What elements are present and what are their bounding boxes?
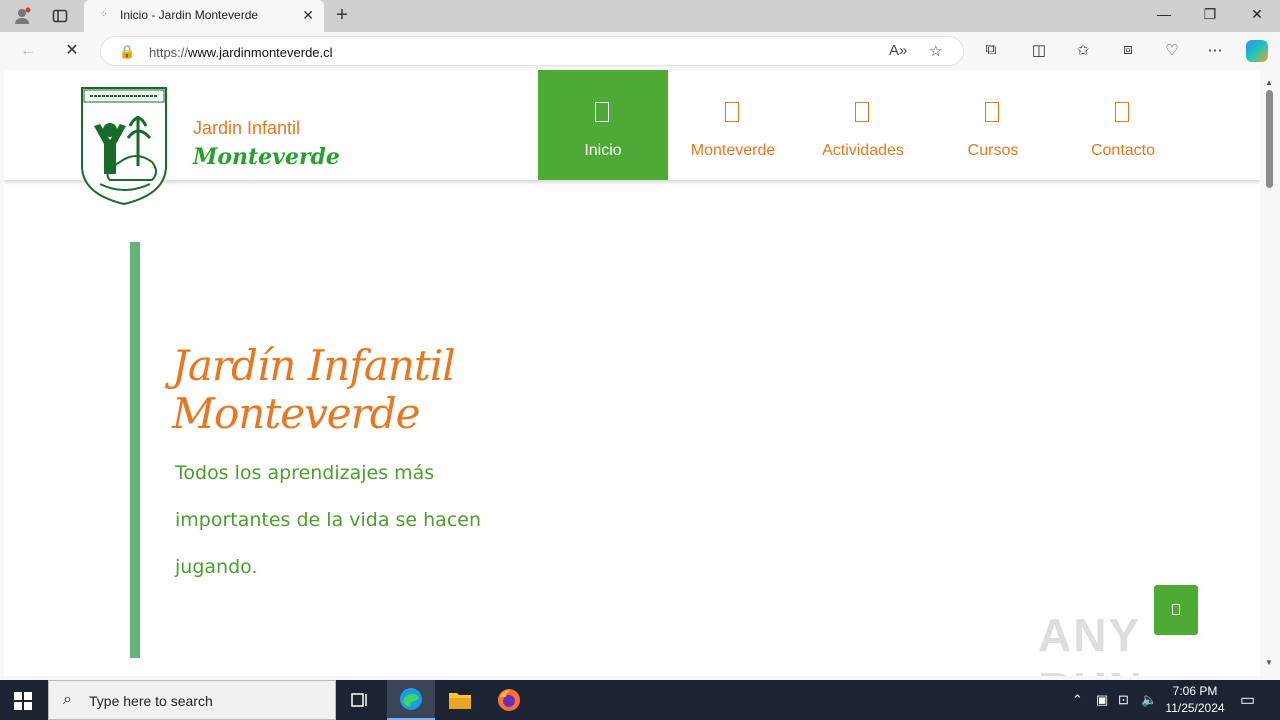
windows-start-icon[interactable] <box>14 692 32 710</box>
loading-icon: ⁘ <box>100 9 108 19</box>
copilot-icon[interactable] <box>1246 40 1268 62</box>
notifications-icon[interactable]: ▭ <box>1240 690 1255 710</box>
tab-strip: ⁘ Inicio - Jardin Monteverde ✕ + — ❐ ✕ <box>0 0 1280 32</box>
menu-glyph-icon <box>725 102 739 122</box>
menu-item-cursos[interactable]: Cursos <box>928 70 1058 180</box>
more-options-icon[interactable]: ⋯ <box>1204 41 1226 63</box>
firefox-icon[interactable] <box>485 680 533 720</box>
site-header: Jardin Infantil Monteverde Inicio Montev… <box>4 70 1260 180</box>
scroll-thumb[interactable] <box>1266 90 1273 188</box>
window-close-icon[interactable]: ✕ <box>1247 6 1267 23</box>
restore-icon[interactable]: ❐ <box>1200 6 1220 23</box>
menu-glyph-icon <box>855 102 869 122</box>
tab-actions-icon[interactable] <box>50 6 70 26</box>
task-view-icon[interactable] <box>336 680 384 720</box>
clock-time: 7:06 PM <box>1172 684 1218 698</box>
brand-line-1[interactable]: Jardin Infantil <box>193 118 300 139</box>
menu-item-monteverde[interactable]: Monteverde <box>668 70 798 180</box>
tray-chevron-icon[interactable]: ⌃ <box>1072 692 1083 708</box>
split-screen-icon[interactable]: ◫ <box>1028 41 1050 63</box>
page-scrollbar[interactable]: ▲ ▼ <box>1260 70 1280 676</box>
menu-glyph-icon <box>595 102 609 122</box>
search-placeholder: Type here to search <box>89 693 213 709</box>
menu-label: Inicio <box>584 142 622 159</box>
tab-active[interactable]: ⁘ Inicio - Jardin Monteverde ✕ <box>84 0 324 32</box>
menu-item-inicio[interactable]: Inicio <box>538 70 668 180</box>
hero-text: Todos los aprendizajes más importantes d… <box>175 462 482 578</box>
brand-line-2[interactable]: Monteverde <box>193 144 340 170</box>
minimize-icon[interactable]: — <box>1154 6 1174 22</box>
edge-taskbar-icon[interactable] <box>387 680 435 720</box>
taskbar-search[interactable]: ⌕ Type here to search <box>48 680 336 720</box>
tab-title: Inicio - Jardin Monteverde <box>120 8 259 22</box>
profile-icon[interactable] <box>12 6 32 26</box>
url-text[interactable]: https://www.jardinmonteverde.cl <box>149 45 333 60</box>
menu-label: Actividades <box>822 142 904 159</box>
clock-date: 11/25/2024 <box>1165 701 1225 715</box>
watermark: ANY RUN <box>1038 609 1142 676</box>
browser-essentials-icon[interactable]: ♡ <box>1161 41 1183 63</box>
menu-item-actividades[interactable]: Actividades <box>798 70 928 180</box>
browser-window: ⁘ Inicio - Jardin Monteverde ✕ + — ❐ ✕ ←… <box>0 0 1280 680</box>
scroll-up-icon[interactable]: ▲ <box>1265 78 1273 87</box>
taskbar-clock[interactable]: 7:06 PM 11/25/2024 <box>1160 683 1230 717</box>
scroll-down-icon[interactable]: ▼ <box>1265 658 1273 667</box>
menu-label: Cursos <box>967 142 1019 159</box>
read-aloud-icon[interactable]: A» <box>889 42 907 59</box>
lock-icon[interactable]: 🔒 <box>119 44 135 60</box>
address-bar[interactable]: 🔒 https://www.jardinmonteverde.cl A» ☆ <box>100 36 964 66</box>
navigation-bar: ← ✕ 🔒 https://www.jardinmonteverde.cl A»… <box>0 32 1280 70</box>
network-icon[interactable]: ⊡ <box>1118 692 1129 708</box>
hero-title-line-2: Monteverde <box>172 389 420 438</box>
extensions-icon[interactable]: ⧉ <box>980 41 1002 63</box>
favorites-icon[interactable]: ✩ <box>1072 41 1094 63</box>
taskbar: ⌕ Type here to search ⌃ ▣ ⊡ 🔈 7:06 PM 11… <box>0 680 1280 720</box>
close-icon[interactable]: ✕ <box>302 7 314 24</box>
hero-accent-bar <box>130 242 140 658</box>
page-viewport: Jardin Infantil Monteverde Inicio Montev… <box>4 70 1260 676</box>
search-icon: ⌕ <box>63 691 72 708</box>
menu-glyph-icon <box>985 102 999 122</box>
menu-item-contacto[interactable]: Contacto <box>1058 70 1188 180</box>
menu-label: Contacto <box>1090 142 1156 159</box>
favorite-star-icon[interactable]: ☆ <box>929 42 942 60</box>
hero-title-line-1: Jardín Infantil <box>172 341 456 390</box>
hero-title: Jardín Infantil Monteverde <box>172 342 592 438</box>
back-icon[interactable]: ← <box>18 41 38 61</box>
file-explorer-icon[interactable] <box>436 680 484 720</box>
new-tab-icon[interactable]: + <box>332 4 352 27</box>
tray-app-icon[interactable]: ▣ <box>1096 692 1108 708</box>
volume-icon[interactable]: 🔈 <box>1141 692 1157 708</box>
menu-label: Monteverde <box>690 142 776 159</box>
stop-loading-icon[interactable]: ✕ <box>62 41 82 61</box>
collections-icon[interactable]: ⧈ <box>1117 41 1139 63</box>
menu-glyph-icon <box>1115 102 1129 122</box>
site-logo[interactable] <box>80 86 168 206</box>
